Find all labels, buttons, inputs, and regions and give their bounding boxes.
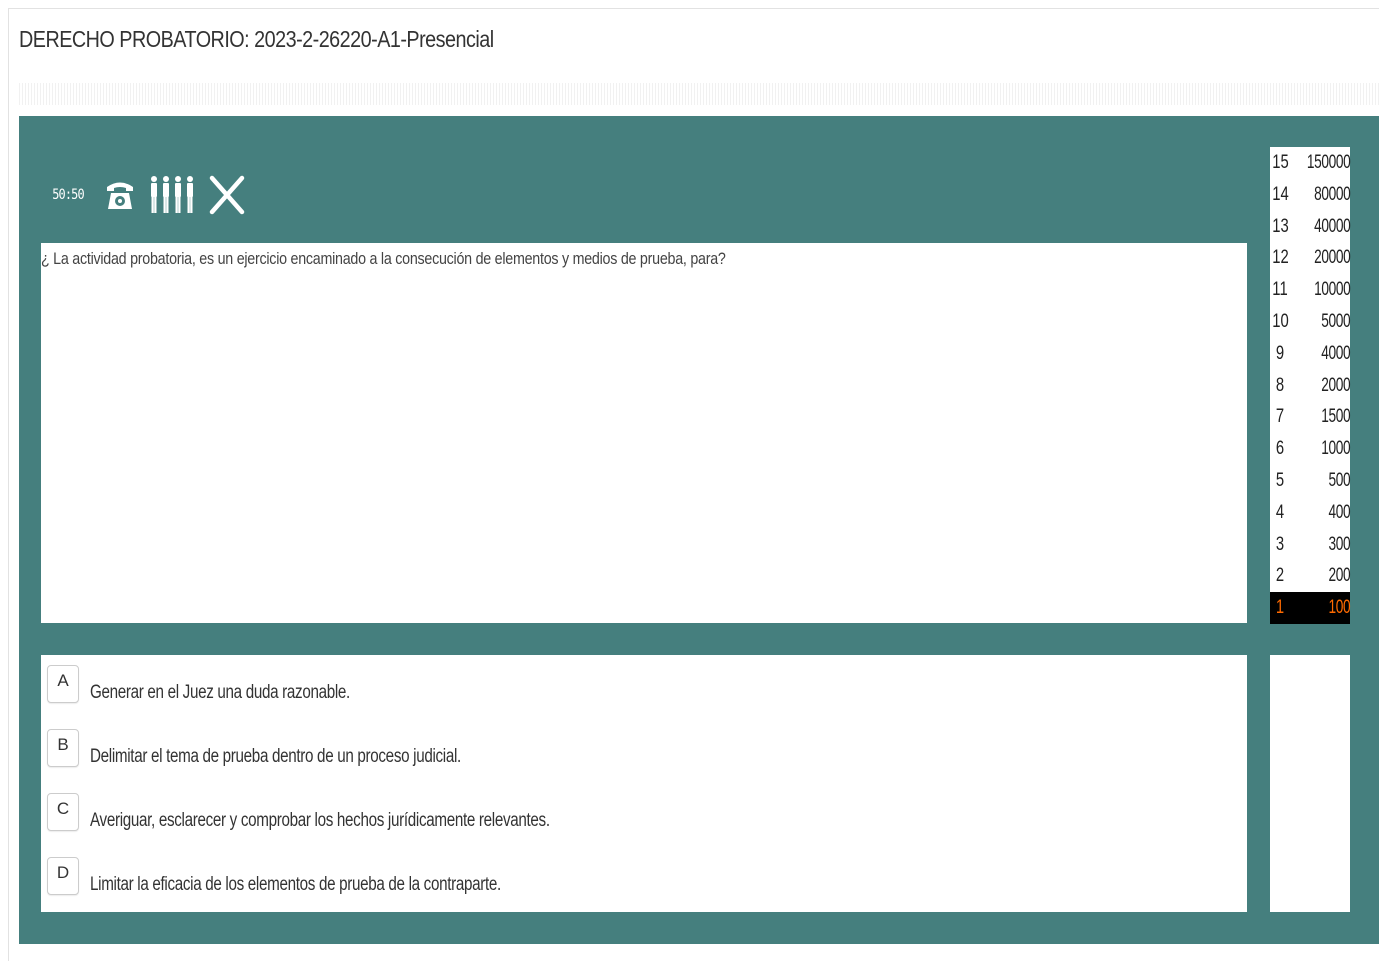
- prize-row: 2 200: [1270, 560, 1350, 592]
- answer-text[interactable]: Generar en el Juez una duda razonable.: [90, 682, 350, 704]
- answer-option-b[interactable]: B Delimitar el tema de prueba dentro de …: [47, 729, 1227, 769]
- prize-level: 8: [1275, 374, 1285, 396]
- prize-row: 5 500: [1270, 465, 1350, 497]
- game-panel: 50:50 ¿ La actividad probatoria, es un e…: [19, 116, 1379, 944]
- prize-amount: 4000: [1320, 342, 1350, 364]
- side-panel: [1270, 655, 1350, 912]
- answer-letter[interactable]: D: [47, 857, 79, 895]
- phone-a-friend-button[interactable]: [105, 178, 135, 212]
- prize-amount: 2000: [1320, 374, 1350, 396]
- answers-box: A Generar en el Juez una duda razonable.…: [41, 655, 1247, 912]
- prize-amount: 300: [1328, 533, 1350, 555]
- page-title: DERECHO PROBATORIO: 2023-2-26220-A1-Pres…: [19, 26, 494, 52]
- prize-amount: 500: [1328, 469, 1350, 491]
- prize-row: 6 1000: [1270, 433, 1350, 465]
- prize-amount: 100: [1328, 597, 1350, 619]
- prize-row-current: 1 100: [1270, 592, 1350, 624]
- prize-row: 9 4000: [1270, 338, 1350, 370]
- lifelines-bar: 50:50: [47, 172, 245, 218]
- prize-amount: 5000: [1320, 310, 1350, 332]
- answer-option-d[interactable]: D Limitar la eficacia de los elementos d…: [47, 857, 1227, 897]
- prize-amount: 200: [1328, 565, 1350, 587]
- fifty-fifty-button[interactable]: 50:50: [50, 187, 86, 203]
- prize-row: 7 1500: [1270, 401, 1350, 433]
- prize-level: 6: [1275, 438, 1285, 460]
- prize-row: 4 400: [1270, 497, 1350, 529]
- prize-level: 7: [1275, 406, 1285, 428]
- ask-audience-button[interactable]: [149, 175, 195, 215]
- prize-amount: 400: [1328, 501, 1350, 523]
- answer-option-a[interactable]: A Generar en el Juez una duda razonable.: [47, 665, 1227, 705]
- header-divider: [19, 83, 1379, 105]
- prize-amount: 150000: [1306, 152, 1351, 173]
- quit-button[interactable]: [209, 175, 245, 215]
- prize-row: 15 150000: [1270, 147, 1350, 179]
- audience-icon: [151, 176, 193, 213]
- prize-amount: 1500: [1320, 406, 1350, 428]
- prize-level: 13: [1272, 215, 1289, 237]
- prize-amount: 80000: [1313, 183, 1351, 205]
- prize-row: 11 10000: [1270, 274, 1350, 306]
- question-box: ¿ La actividad probatoria, es un ejercic…: [41, 243, 1247, 623]
- prize-row: 8 2000: [1270, 370, 1350, 402]
- prize-amount: 20000: [1313, 247, 1351, 269]
- prize-level: 5: [1275, 469, 1285, 491]
- question-text: ¿ La actividad probatoria, es un ejercic…: [41, 249, 726, 268]
- prize-amount: 10000: [1313, 279, 1351, 301]
- prize-level: 4: [1275, 501, 1285, 523]
- answer-text[interactable]: Averiguar, esclarecer y comprobar los he…: [90, 810, 550, 832]
- phone-icon: [107, 182, 133, 209]
- prize-row: 14 80000: [1270, 179, 1350, 211]
- answer-letter[interactable]: A: [47, 665, 79, 703]
- close-icon: [209, 175, 245, 215]
- prize-level: 9: [1275, 342, 1285, 364]
- prize-amount: 1000: [1320, 438, 1350, 460]
- answer-option-c[interactable]: C Averiguar, esclarecer y comprobar los …: [47, 793, 1227, 833]
- answer-text[interactable]: Delimitar el tema de prueba dentro de un…: [90, 746, 461, 768]
- prize-level: 3: [1275, 533, 1285, 555]
- answer-text[interactable]: Limitar la eficacia de los elementos de …: [90, 874, 501, 896]
- prize-row: 3 300: [1270, 529, 1350, 561]
- prize-level: 15: [1272, 152, 1289, 173]
- prize-row: 12 20000: [1270, 242, 1350, 274]
- prize-level: 14: [1272, 183, 1289, 205]
- prize-amount: 40000: [1313, 215, 1351, 237]
- prize-level: 10: [1272, 310, 1289, 332]
- prize-ladder: 15 150000 14 80000 13 40000 12 20000 11 10000…: [1270, 147, 1350, 624]
- prize-level: 12: [1272, 247, 1289, 269]
- prize-row: 13 40000: [1270, 211, 1350, 243]
- prize-level: 2: [1275, 565, 1285, 587]
- answer-letter[interactable]: B: [47, 729, 79, 767]
- prize-row: 10 5000: [1270, 306, 1350, 338]
- prize-level: 1: [1275, 597, 1285, 619]
- prize-level: 11: [1272, 279, 1288, 301]
- answer-letter[interactable]: C: [47, 793, 79, 831]
